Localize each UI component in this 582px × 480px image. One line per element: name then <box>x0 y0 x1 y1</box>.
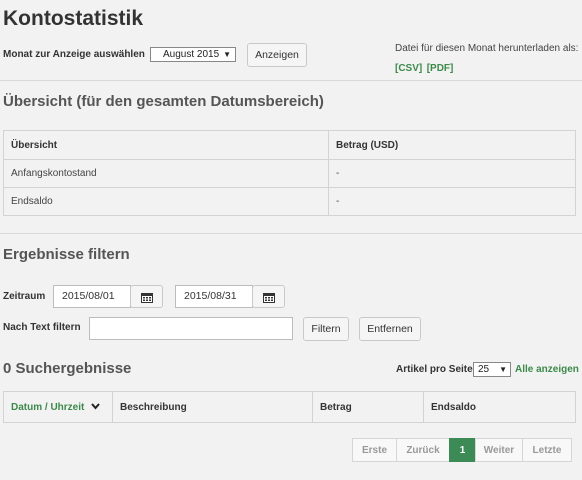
table-row: Anfangskontostand - <box>3 159 576 188</box>
table-row: Endsaldo - <box>3 187 576 216</box>
pagination: Erste Zurück 1 Weiter Letzte <box>352 438 572 462</box>
filter-heading: Ergebnisse filtern <box>3 246 130 263</box>
dropdown-arrow-icon: ▼ <box>499 365 507 374</box>
page-title: Kontostatistik <box>3 7 144 30</box>
page-first-button[interactable]: Erste <box>352 438 397 462</box>
per-page-select[interactable]: 25 ▼ <box>473 362 511 377</box>
opening-balance-value: - <box>328 159 576 188</box>
sort-chevron-down-icon <box>91 403 100 410</box>
calendar-icon <box>262 292 275 303</box>
show-month-button[interactable]: Anzeigen <box>247 43 307 67</box>
overview-col-summary: Übersicht <box>3 130 329 160</box>
overview-heading: Übersicht (für den gesamten Datumsbereic… <box>3 93 324 110</box>
dropdown-arrow-icon: ▼ <box>223 50 231 59</box>
results-header-row: Datum / Uhrzeit Beschreibung Betrag Ends… <box>3 391 576 423</box>
closing-balance-value: - <box>328 187 576 216</box>
col-date-time-label: Datum / Uhrzeit <box>11 401 85 413</box>
date-range-label: Zeitraum <box>3 291 46 302</box>
month-select[interactable]: August 2015 ▼ <box>150 47 236 62</box>
col-closing-balance[interactable]: Endsaldo <box>423 391 576 423</box>
divider <box>0 80 582 81</box>
remove-filter-button[interactable]: Entfernen <box>359 317 421 341</box>
date-to-calendar-button[interactable] <box>252 285 285 308</box>
text-filter-label: Nach Text filtern <box>3 322 81 333</box>
per-page-value: 25 <box>478 364 490 375</box>
page-last-button[interactable]: Letzte <box>522 438 572 462</box>
calendar-icon <box>140 292 153 303</box>
date-to-input[interactable]: 2015/08/31 <box>175 285 253 308</box>
divider <box>0 233 582 234</box>
download-text: Datei für diesen Monat herunterladen als… <box>395 43 579 54</box>
overview-header-row: Übersicht Betrag (USD) <box>3 130 576 160</box>
date-from-calendar-button[interactable] <box>130 285 163 308</box>
overview-col-amount: Betrag (USD) <box>328 130 576 160</box>
text-filter-input[interactable] <box>89 317 293 340</box>
results-table: Datum / Uhrzeit Beschreibung Betrag Ends… <box>3 391 576 423</box>
per-page-label: Artikel pro Seite <box>396 364 473 375</box>
col-date-time[interactable]: Datum / Uhrzeit <box>3 391 113 423</box>
col-amount[interactable]: Betrag <box>312 391 424 423</box>
month-select-value: August 2015 <box>163 49 220 60</box>
closing-balance-label: Endsaldo <box>3 187 329 216</box>
results-heading: 0 Suchergebnisse <box>3 360 132 377</box>
show-all-link[interactable]: Alle anzeigen <box>515 364 579 375</box>
download-pdf-link[interactable]: [PDF] <box>427 63 454 74</box>
col-description[interactable]: Beschreibung <box>112 391 313 423</box>
download-csv-link[interactable]: [CSV] <box>395 63 422 74</box>
overview-table: Übersicht Betrag (USD) Anfangskontostand… <box>3 130 576 216</box>
filter-button[interactable]: Filtern <box>303 317 349 341</box>
date-from-input[interactable]: 2015/08/01 <box>53 285 131 308</box>
page-next-button[interactable]: Weiter <box>475 438 523 462</box>
month-select-label: Monat zur Anzeige auswählen <box>3 49 145 60</box>
opening-balance-label: Anfangskontostand <box>3 159 329 188</box>
page-prev-button[interactable]: Zurück <box>396 438 450 462</box>
page-current[interactable]: 1 <box>449 438 476 462</box>
